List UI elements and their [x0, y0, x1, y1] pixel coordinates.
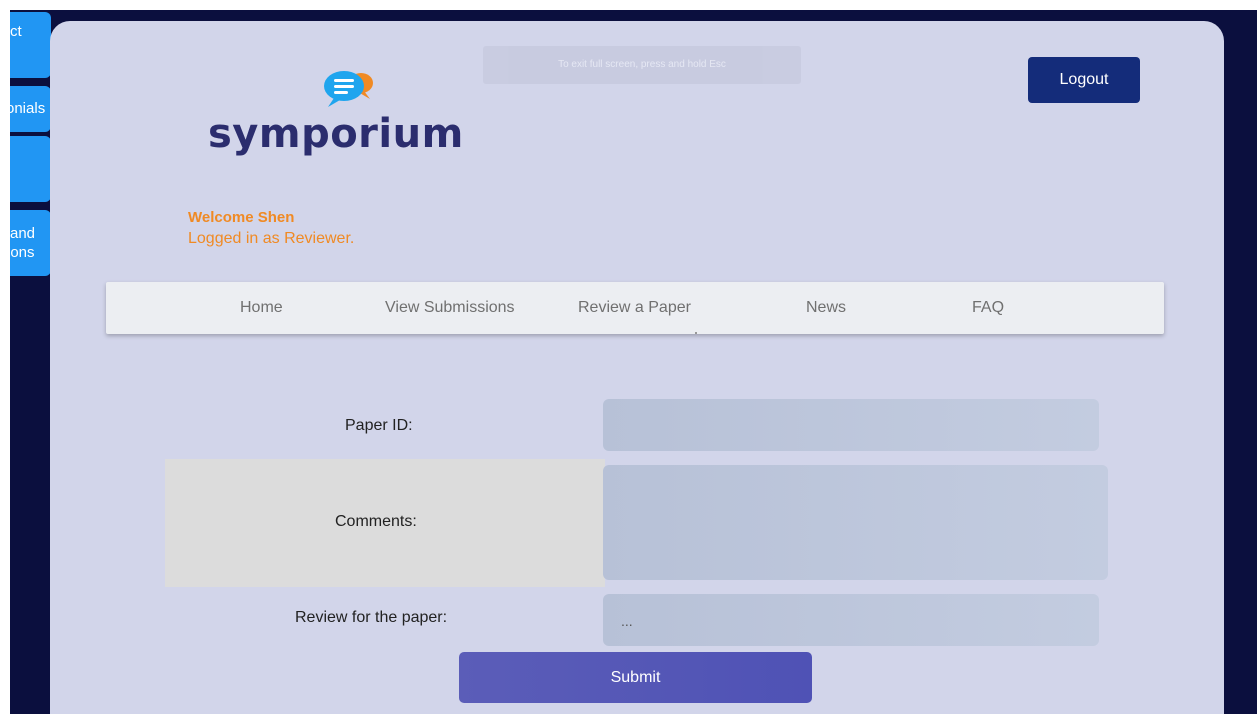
side-tab-blank[interactable]	[10, 136, 51, 202]
nav-item-view-submissions[interactable]: View Submissions	[385, 282, 515, 334]
nav-item-faq[interactable]: FAQ	[972, 282, 1004, 334]
speech-bubbles-icon	[324, 71, 373, 107]
role-text: Logged in as Reviewer.	[188, 230, 355, 247]
symporium-logo[interactable]: symporium	[208, 61, 478, 161]
logout-button[interactable]: Logout	[1028, 57, 1140, 103]
nav-item-news[interactable]: News	[806, 282, 846, 334]
side-tab-contact[interactable]: ct	[10, 12, 51, 78]
active-indicator	[695, 332, 697, 334]
main-card: symporium To exit full screen, press and…	[50, 21, 1224, 714]
review-select[interactable]	[603, 594, 1099, 646]
side-tab-label: onials	[10, 100, 46, 117]
side-tab-label: and	[10, 225, 36, 242]
side-tab-terms[interactable]: and ions	[10, 210, 51, 276]
welcome-text: Welcome Shen	[188, 209, 295, 226]
review-label: Review for the paper:	[295, 609, 448, 626]
nav-item-review-paper[interactable]: Review a Paper	[578, 282, 691, 334]
nav-item-home[interactable]: Home	[240, 282, 283, 334]
app-window: ct onials and ions symporium To exit ful…	[10, 10, 1257, 714]
logo-text: symporium	[208, 111, 464, 157]
review-select-value: ...	[621, 613, 633, 629]
submit-button[interactable]: Submit	[459, 652, 812, 703]
paper-id-label: Paper ID:	[345, 417, 413, 434]
fullscreen-hint: To exit full screen, press and hold Esc	[483, 46, 801, 84]
side-tab-testimonials[interactable]: onials	[10, 86, 51, 132]
side-tab-label: ions	[10, 244, 35, 261]
comments-label: Comments:	[335, 513, 417, 530]
paper-id-input[interactable]	[603, 399, 1099, 451]
side-tab-label: ct	[10, 23, 22, 40]
main-nav: Home View Submissions Review a Paper New…	[106, 282, 1164, 334]
comments-textarea[interactable]	[603, 465, 1108, 580]
